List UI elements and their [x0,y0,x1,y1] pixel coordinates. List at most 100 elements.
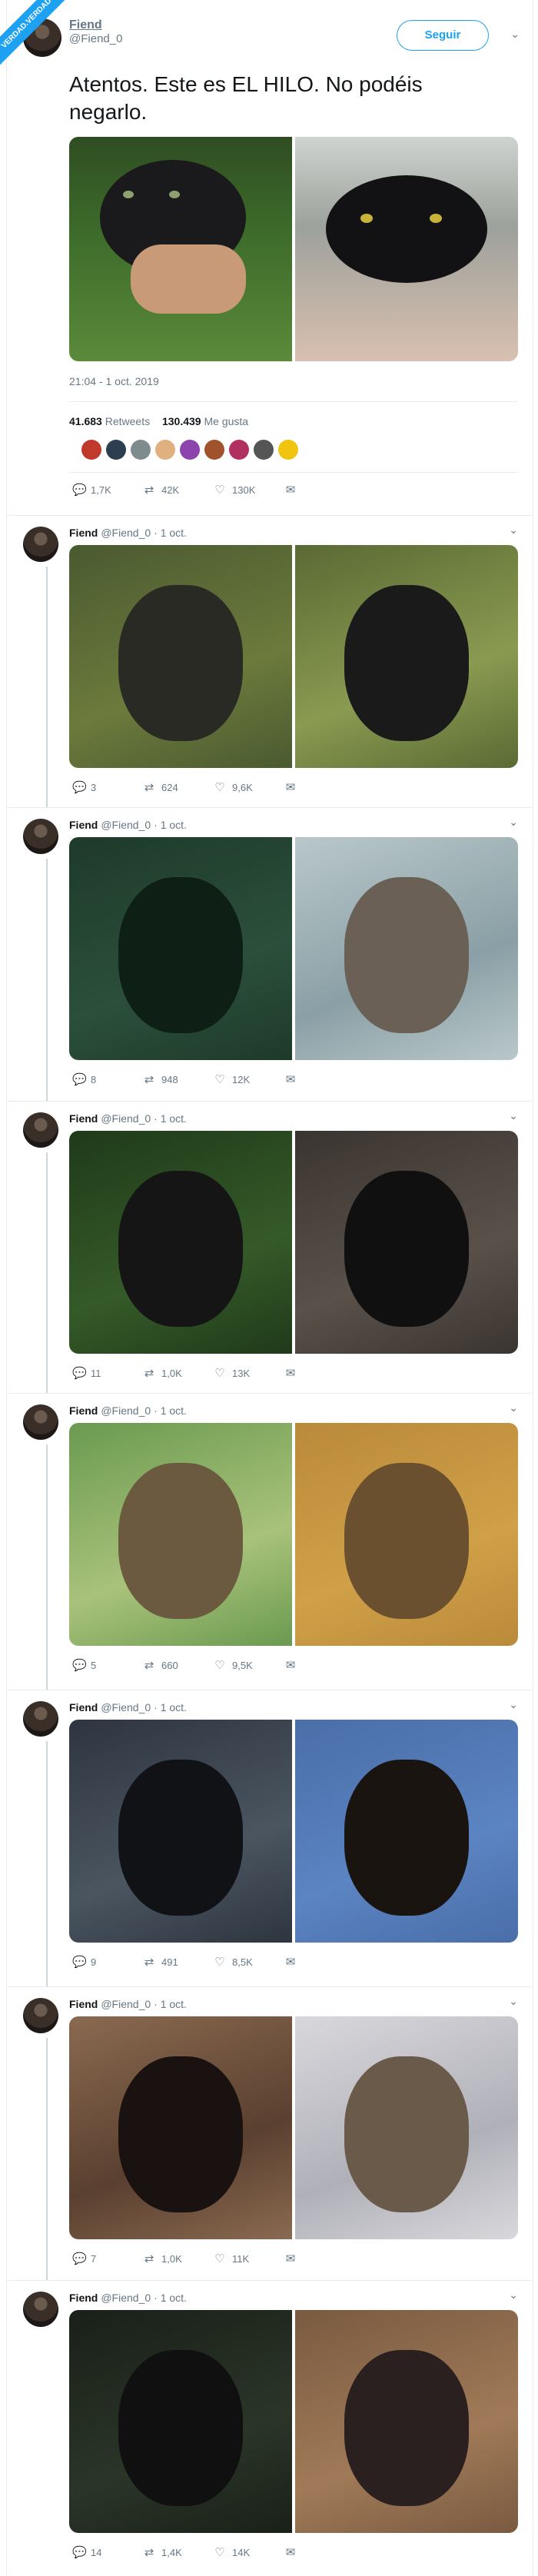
reply-date[interactable]: · 1 oct. [154,1701,187,1713]
photo-panther[interactable] [69,545,292,768]
main-author[interactable]: Fiend @Fiend_0 [69,18,122,45]
retweet-button[interactable]: ⇄ 948 [143,1072,214,1086]
reply-button[interactable]: 💬 1,7K [72,483,143,497]
tweet-media[interactable] [69,137,518,361]
avatar[interactable] [254,440,274,460]
reply-tweet[interactable]: Fiend @Fiend_0 · 1 oct. ⌄ 💬 7 ⇄ 1,0K ♡ 11K ✉ [6,1986,532,2281]
chevron-down-icon[interactable]: ⌄ [509,524,518,537]
like-button[interactable]: ♡ 12K [214,1072,284,1086]
retweet-button[interactable]: ⇄ 1,0K [143,2252,214,2265]
retweet-button[interactable]: ⇄ 1,4K [143,2545,214,2559]
avatar[interactable] [23,527,58,562]
reply-tweet[interactable]: Fiend @Fiend_0 · 1 oct. ⌄ 💬 8 ⇄ 948 ♡ 12K ✉ [6,807,532,1102]
like-button[interactable]: ♡ 130K [214,483,284,497]
photo-panther[interactable] [69,2016,292,2239]
chevron-down-icon[interactable]: ⌄ [509,816,518,829]
photo-cat[interactable] [295,1720,518,1943]
tweet-media[interactable] [69,1423,518,1646]
author-name[interactable]: Fiend [69,1701,98,1713]
author-handle[interactable]: @Fiend_0 [101,1404,151,1417]
reply-date[interactable]: · 1 oct. [154,527,187,539]
author-name[interactable]: Fiend [69,819,98,831]
tweet-media[interactable] [69,2310,518,2533]
like-button[interactable]: ♡ 9,6K [214,780,284,794]
reply-tweet[interactable]: Fiend @Fiend_0 · 1 oct. ⌄ 💬 3 ⇄ 624 ♡ 9,6K ✉ [6,515,532,808]
avatar[interactable] [81,440,101,460]
avatar[interactable] [23,1112,58,1148]
like-button[interactable]: ♡ 13K [214,1366,284,1380]
dm-button[interactable]: ✉ [284,1955,355,1969]
avatar[interactable] [229,440,249,460]
retweet-button[interactable]: ⇄ 660 [143,1658,214,1672]
retweet-button[interactable]: ⇄ 1,0K [143,1366,214,1380]
likes-count[interactable]: 130.439 [162,415,201,427]
reply-button[interactable]: 💬 9 [72,1955,143,1969]
tweet-timestamp[interactable]: 21:04 - 1 oct. 2019 [69,375,159,387]
photo-panther[interactable] [69,1423,292,1646]
chevron-down-icon[interactable]: ⌄ [510,28,520,41]
avatar[interactable] [131,440,151,460]
author-name[interactable]: Fiend [69,18,122,32]
photo-panther[interactable] [69,837,292,1060]
retweet-button[interactable]: ⇄ 42K [143,483,214,497]
tweet-media[interactable] [69,1131,518,1354]
retweet-button[interactable]: ⇄ 624 [143,780,214,794]
author-name[interactable]: Fiend [69,1112,98,1125]
dm-button[interactable]: ✉ [284,780,355,794]
reply-button[interactable]: 💬 3 [72,780,143,794]
reply-button[interactable]: 💬 5 [72,1658,143,1672]
tweet-media[interactable] [69,545,518,768]
reply-button[interactable]: 💬 11 [72,1366,143,1380]
retweet-button[interactable]: ⇄ 491 [143,1955,214,1969]
likes-label[interactable]: Me gusta [204,415,248,427]
like-button[interactable]: ♡ 8,5K [214,1955,284,1969]
avatar[interactable] [106,440,126,460]
reply-tweet[interactable]: Fiend @Fiend_0 · 1 oct. ⌄ 💬 11 ⇄ 1,0K ♡ 13K ✉ [6,1101,532,1394]
retweets-count[interactable]: 41.683 [69,415,102,427]
chevron-down-icon[interactable]: ⌄ [509,1995,518,2008]
author-handle[interactable]: @Fiend_0 [101,527,151,539]
like-button[interactable]: ♡ 9,5K [214,1658,284,1672]
avatar[interactable] [204,440,224,460]
like-button[interactable]: ♡ 14K [214,2545,284,2559]
chevron-down-icon[interactable]: ⌄ [509,1109,518,1122]
dm-button[interactable]: ✉ [284,1366,355,1380]
photo-cat[interactable] [295,545,518,768]
avatar[interactable] [23,1404,58,1440]
like-button[interactable]: ♡ 11K [214,2252,284,2265]
reply-date[interactable]: · 1 oct. [154,1112,187,1125]
reply-date[interactable]: · 1 oct. [154,1404,187,1417]
author-handle[interactable]: @Fiend_0 [101,2292,151,2304]
chevron-down-icon[interactable]: ⌄ [509,1401,518,1414]
reply-date[interactable]: · 1 oct. [154,1998,187,2010]
dm-button[interactable]: ✉ [284,2545,355,2559]
chevron-down-icon[interactable]: ⌄ [509,2288,518,2302]
dm-button[interactable]: ✉ [284,1072,355,1086]
avatar[interactable] [23,1998,58,2033]
photo-panther[interactable] [69,1131,292,1354]
dm-button[interactable]: ✉ [284,2252,355,2265]
author-handle[interactable]: @Fiend_0 [101,1701,151,1713]
author-handle[interactable]: @Fiend_0 [101,819,151,831]
avatar[interactable] [23,819,58,854]
reply-button[interactable]: 💬 7 [72,2252,143,2265]
author-name[interactable]: Fiend [69,2292,98,2304]
reply-date[interactable]: · 1 oct. [154,819,187,831]
avatar[interactable] [180,440,200,460]
photo-cat[interactable] [295,1131,518,1354]
reply-tweet[interactable]: Fiend @Fiend_0 · 1 oct. ⌄ 💬 14 ⇄ 1,4K ♡ 14K ✉ [6,2280,532,2576]
dm-button[interactable]: ✉ [284,483,355,497]
author-name[interactable]: Fiend [69,527,98,539]
reply-tweet[interactable]: Fiend @Fiend_0 · 1 oct. ⌄ 💬 5 ⇄ 660 ♡ 9,5K ✉ [6,1393,532,1690]
tweet-media[interactable] [69,1720,518,1943]
retweets-label[interactable]: Retweets [105,415,150,427]
avatar[interactable] [23,1701,58,1737]
tweet-media[interactable] [69,2016,518,2239]
reply-button[interactable]: 💬 14 [72,2545,143,2559]
author-name[interactable]: Fiend [69,1404,98,1417]
photo-cat[interactable] [295,2016,518,2239]
chevron-down-icon[interactable]: ⌄ [509,1698,518,1711]
author-handle[interactable]: @Fiend_0 [101,1112,151,1125]
reply-button[interactable]: 💬 8 [72,1072,143,1086]
reply-date[interactable]: · 1 oct. [154,2292,187,2304]
